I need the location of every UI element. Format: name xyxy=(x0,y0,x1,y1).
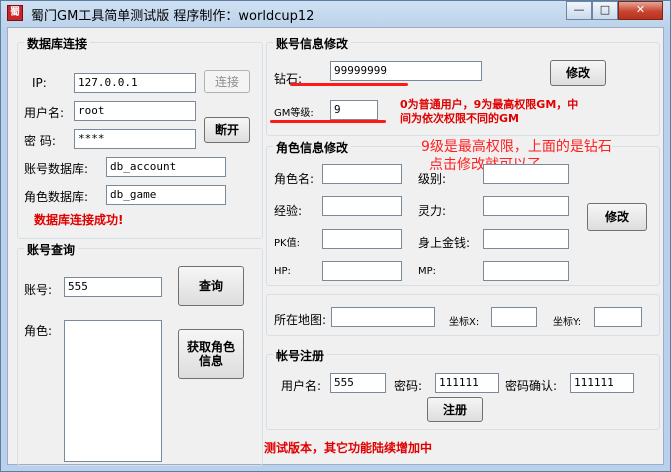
username-input[interactable]: root xyxy=(74,101,196,121)
get-role-info-button[interactable]: 获取角色 信息 xyxy=(178,329,244,379)
account-query-title: 账号查询 xyxy=(24,241,79,258)
db-connection-title: 数据库连接 xyxy=(24,35,91,52)
db-status-text: 数据库连接成功! xyxy=(34,213,124,227)
role-spirit-label: 灵力: xyxy=(418,204,447,218)
username-label: 用户名: xyxy=(24,106,65,120)
role-money-label: 身上金钱: xyxy=(418,236,471,250)
password-label: 密 码: xyxy=(24,134,56,148)
account-edit-title: 账号信息修改 xyxy=(273,35,352,52)
coord-y-label: 坐标Y: xyxy=(553,317,582,328)
minimize-button[interactable]: — xyxy=(566,1,592,20)
register-password-input[interactable]: 111111 xyxy=(435,373,499,393)
annotation-line1: 9级是最高权限，上面的是钻石 xyxy=(421,136,612,156)
close-button[interactable]: ✕ xyxy=(618,1,663,20)
app-logo-icon: 蜀 xyxy=(7,5,23,21)
coord-y-input[interactable] xyxy=(594,307,642,327)
window-title: 蜀门GM工具简单测试版 程序制作：worldcup12 xyxy=(31,9,315,24)
diamond-input[interactable]: 99999999 xyxy=(330,61,482,81)
role-name-label: 角色名: xyxy=(274,172,315,186)
account-db-label: 账号数据库: xyxy=(24,162,89,176)
register-button[interactable]: 注册 xyxy=(427,397,483,422)
gm-level-input[interactable]: 9 xyxy=(330,100,378,120)
query-account-label: 账号: xyxy=(24,283,53,297)
disconnect-button[interactable]: 断开 xyxy=(204,117,250,143)
gm-level-highlight-mark xyxy=(270,120,386,123)
roles-label: 角色: xyxy=(24,324,53,338)
register-username-input[interactable]: 555 xyxy=(330,373,386,393)
maximize-button[interactable]: □ xyxy=(592,1,618,20)
register-username-label: 用户名: xyxy=(281,379,322,393)
role-level-label: 级别: xyxy=(418,172,447,186)
roles-listbox[interactable] xyxy=(64,320,162,462)
role-mp-input[interactable] xyxy=(483,261,569,281)
account-db-input[interactable]: db_account xyxy=(106,157,226,177)
diamond-highlight-mark xyxy=(290,83,408,86)
role-pk-input[interactable] xyxy=(322,229,402,249)
footer-note: 测试版本，其它功能陆续增加中 xyxy=(264,441,433,455)
map-input[interactable] xyxy=(331,307,435,327)
register-confirm-input[interactable]: 111111 xyxy=(570,373,634,393)
role-db-input[interactable]: db_game xyxy=(106,185,226,205)
role-exp-label: 经验: xyxy=(274,204,303,218)
role-level-input[interactable] xyxy=(483,164,569,184)
register-password-label: 密码: xyxy=(394,379,423,393)
coord-x-input[interactable] xyxy=(491,307,537,327)
register-confirm-label: 密码确认: xyxy=(505,379,558,393)
map-label: 所在地图: xyxy=(274,313,327,327)
role-hp-input[interactable] xyxy=(322,261,402,281)
role-exp-input[interactable] xyxy=(322,196,402,216)
ip-input[interactable]: 127.0.0.1 xyxy=(74,73,196,93)
modify-role-button[interactable]: 修改 xyxy=(587,203,647,231)
connect-button[interactable]: 连接 xyxy=(204,70,250,93)
role-mp-label: MP: xyxy=(418,266,437,277)
role-money-input[interactable] xyxy=(483,229,569,249)
role-db-label: 角色数据库: xyxy=(24,190,89,204)
gm-level-label: GM等级: xyxy=(274,108,314,119)
modify-account-button[interactable]: 修改 xyxy=(550,60,606,86)
register-title: 帐号注册 xyxy=(273,347,328,364)
role-hp-label: HP: xyxy=(274,266,291,277)
coord-x-label: 坐标X: xyxy=(449,317,480,328)
role-edit-title: 角色信息修改 xyxy=(273,139,352,156)
client-area: 数据库连接 IP: 127.0.0.1 连接 用户名: root 密 码: **… xyxy=(7,27,664,466)
query-account-input[interactable]: 555 xyxy=(64,277,162,297)
role-name-input[interactable] xyxy=(322,164,402,184)
password-input[interactable]: **** xyxy=(74,129,196,149)
ip-label: IP: xyxy=(32,76,47,90)
role-pk-label: PK值: xyxy=(274,238,300,249)
query-button[interactable]: 查询 xyxy=(178,266,244,306)
gm-level-note-line2: 间为依次权限不同的GM xyxy=(400,112,519,125)
title-bar[interactable]: 蜀 蜀门GM工具简单测试版 程序制作：worldcup12 — □ ✕ xyxy=(1,1,671,25)
role-spirit-input[interactable] xyxy=(483,196,569,216)
